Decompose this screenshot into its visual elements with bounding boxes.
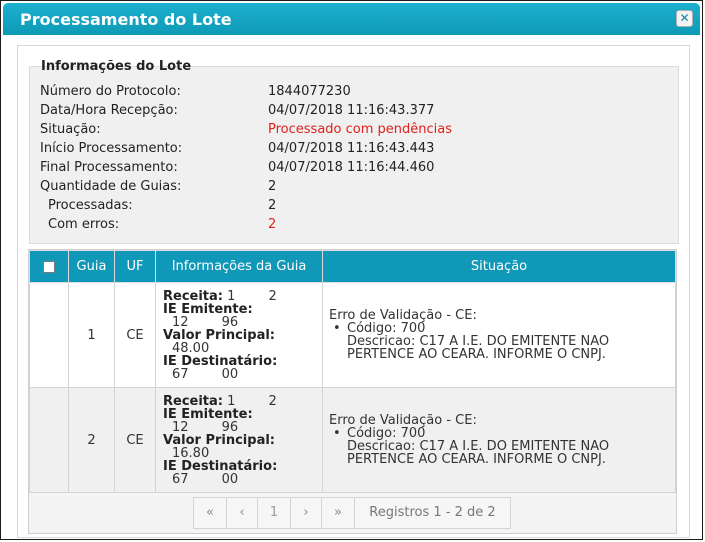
guias-grid: Guia UF Informações da Guia Situação 1 C…	[28, 249, 677, 534]
error-code: Código: 700	[333, 322, 675, 335]
situacao-cell: Erro de Validação - CE: Código: 700 Desc…	[322, 282, 676, 388]
row-select-cell[interactable]	[29, 387, 69, 493]
guias-table: Guia UF Informações da Guia Situação 1 C…	[29, 250, 676, 493]
info-value: 04/07/2018 11:16:43.443	[268, 141, 435, 156]
dialog-title: Processamento do Lote	[20, 10, 232, 29]
guia-cell: 2	[68, 387, 115, 493]
situacao-value: Processado com pendências	[268, 122, 452, 137]
ie-emitente-label-line: IE Emitente:	[163, 408, 322, 421]
column-header-guia[interactable]: Guia	[68, 250, 115, 283]
valor-label-line: Valor Principal:	[163, 329, 322, 342]
first-page-button[interactable]: «	[194, 498, 227, 528]
error-description: Descricao: C17 A I.E. DO EMITENTE NAO PE…	[347, 439, 610, 467]
ie-dest-label-line: IE Destinatário:	[163, 460, 322, 473]
row-select-cell[interactable]	[29, 282, 69, 388]
table-row[interactable]: 1 CE Receita: 1 2 IE Emitente: 12 96 Val…	[29, 282, 676, 388]
column-header-informacoes[interactable]: Informações da Guia	[155, 250, 323, 283]
info-label: Início Processamento:	[40, 141, 183, 156]
table-row[interactable]: 2 CE Receita: 1 2 IE Emitente: 12 96 Val…	[29, 387, 676, 493]
info-value: 2	[268, 179, 277, 194]
ie-destinatario-value: 67 00	[172, 366, 239, 382]
info-value: 2	[268, 198, 277, 213]
lote-info-legend: Informações do Lote	[41, 59, 192, 74]
records-info: Registros 1 - 2 de 2	[369, 505, 496, 520]
situacao-cell: Erro de Validação - CE: Código: 700 Desc…	[322, 387, 676, 493]
column-header-situacao[interactable]: Situação	[322, 250, 676, 283]
com-erros-value: 2	[268, 217, 277, 232]
ie-destinatario-value: 67 00	[172, 471, 239, 487]
next-page-button[interactable]: ›	[291, 498, 322, 528]
column-header-uf[interactable]: UF	[114, 250, 156, 283]
guia-info-cell: Receita: 1 2 IE Emitente: 12 96 Valor Pr…	[155, 282, 323, 388]
info-label: Quantidade de Guias:	[40, 179, 182, 194]
uf-cell: CE	[114, 387, 156, 493]
error-list: Código: 700	[329, 427, 675, 440]
info-value: 04/07/2018 11:16:43.377	[268, 103, 435, 118]
valor-label-line: Valor Principal:	[163, 434, 322, 447]
uf-cell: CE	[114, 282, 156, 388]
page-number[interactable]: 1	[258, 498, 291, 528]
info-value: 1844077230	[268, 84, 351, 99]
info-label: Situação:	[40, 122, 101, 137]
dialog-titlebar: Processamento do Lote ✕	[3, 3, 700, 35]
select-all-checkbox[interactable]	[43, 260, 55, 273]
error-code: Código: 700	[333, 427, 675, 440]
info-label: Data/Hora Recepção:	[40, 103, 178, 118]
info-value: 04/07/2018 11:16:44.460	[268, 160, 435, 175]
prev-page-button[interactable]: ‹	[227, 498, 258, 528]
error-description: Descricao: C17 A I.E. DO EMITENTE NAO PE…	[347, 334, 610, 362]
last-page-button[interactable]: »	[322, 498, 355, 528]
info-label: Número do Protocolo:	[40, 84, 181, 99]
error-list: Código: 700	[329, 322, 675, 335]
ie-dest-label-line: IE Destinatário:	[163, 355, 322, 368]
info-label: Com erros:	[48, 217, 120, 232]
guia-info-cell: Receita: 1 2 IE Emitente: 12 96 Valor Pr…	[155, 387, 323, 493]
ie-emitente-label-line: IE Emitente:	[163, 303, 322, 316]
pagination: « ‹ 1 › » Registros 1 - 2 de 2	[193, 497, 511, 529]
close-icon[interactable]: ✕	[676, 10, 693, 27]
table-header-row: Guia UF Informações da Guia Situação	[29, 250, 676, 283]
guia-cell: 1	[68, 282, 115, 388]
info-label: Final Processamento:	[40, 160, 178, 175]
info-label: Processadas:	[48, 198, 133, 213]
select-all-header	[29, 250, 69, 283]
